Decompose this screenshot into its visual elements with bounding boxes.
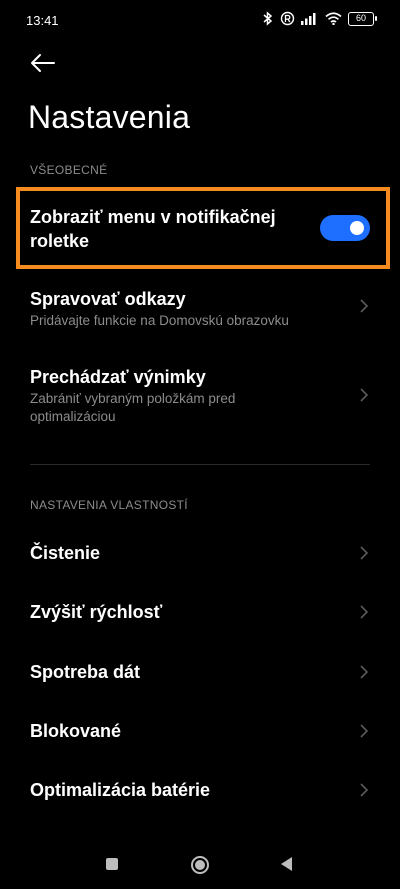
battery-level: 60 <box>355 12 366 23</box>
bluetooth-icon <box>263 11 273 26</box>
notification-menu-toggle[interactable] <box>320 215 370 241</box>
toggle-row-title-line1: Zobraziť menu v notifikačnej <box>30 207 276 227</box>
chevron-right-icon <box>360 724 369 738</box>
browse-exceptions-subtitle-line2: optimalizáciou <box>30 409 116 424</box>
chevron-right-icon <box>360 783 369 797</box>
status-icons: 60 <box>262 11 377 26</box>
speed-up-title: Zvýšiť rýchlosť <box>30 602 163 622</box>
toggle-knob <box>350 221 364 235</box>
arrow-left-icon[interactable] <box>28 50 58 76</box>
browse-exceptions-title: Prechádzať výnimky <box>30 367 206 387</box>
section-header-properties: NASTAVENIA VLASTNOSTÍ <box>30 498 188 512</box>
chevron-right-icon <box>360 546 369 560</box>
status-time: 13:41 <box>26 13 59 28</box>
blocked-title: Blokované <box>30 721 122 741</box>
registered-icon <box>280 11 295 26</box>
data-usage-title: Spotreba dát <box>30 662 141 682</box>
toggle-row-title-line2: roletke <box>30 231 90 251</box>
signal-icon <box>301 13 316 25</box>
back-triangle-icon[interactable] <box>281 857 292 871</box>
page-title: Nastavenia <box>28 99 191 135</box>
chevron-right-icon <box>360 299 369 313</box>
chevron-right-icon <box>360 665 369 679</box>
section-header-general: VŠEOBECNÉ <box>30 163 108 177</box>
recents-square-icon[interactable] <box>106 858 118 870</box>
home-circle-icon[interactable] <box>191 856 209 874</box>
chevron-right-icon <box>360 605 369 619</box>
navigation-bar <box>0 840 400 889</box>
section-divider <box>30 464 370 465</box>
manage-shortcuts-subtitle: Pridávajte funkcie na Domovskú obrazovku <box>30 313 289 328</box>
battery-optimization-title: Optimalizácia batérie <box>30 780 211 800</box>
manage-shortcuts-title: Spravovať odkazy <box>30 289 186 309</box>
wifi-icon <box>325 12 342 25</box>
cleaning-title: Čistenie <box>30 543 101 563</box>
chevron-right-icon <box>360 388 369 402</box>
battery-icon: 60 <box>348 11 377 26</box>
browse-exceptions-subtitle-line1: Zabrániť vybraným položkám pred <box>30 391 236 406</box>
status-bar: 13:41 60 <box>0 0 400 40</box>
